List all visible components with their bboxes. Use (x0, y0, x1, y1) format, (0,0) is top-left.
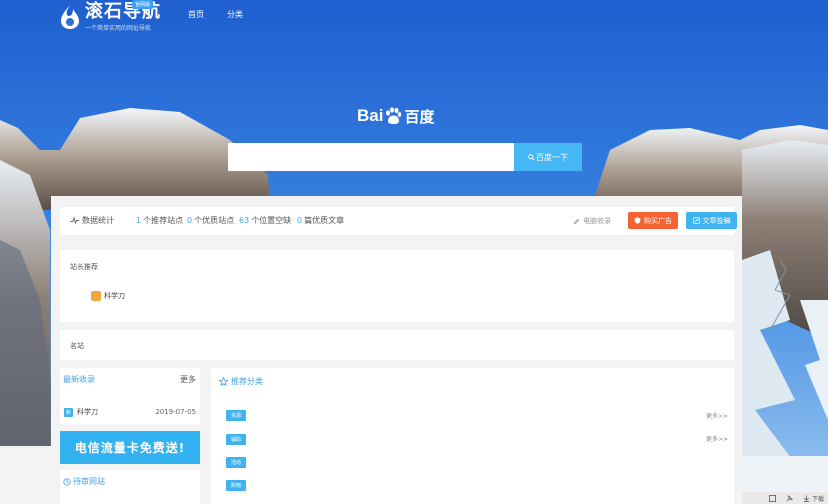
top-navigation: 滚石导航 一个简单实用的网址导航 官网版 首页 分类 (0, 0, 828, 32)
search-icon (528, 153, 535, 161)
category-tag-shopping[interactable]: 购物 (226, 480, 246, 491)
shield-icon (634, 217, 641, 224)
window-icon[interactable] (768, 494, 776, 502)
site-favicon-icon (91, 291, 101, 301)
promo-banner[interactable]: 电信流量卡免费送! (60, 431, 200, 464)
main-panel: 数据统计 1 个推荐站点 0 个优质站点 63 个位置空缺 0 篇优质文章 电脑收录 购… (51, 196, 742, 504)
nav-home[interactable]: 首页 (188, 9, 204, 20)
category-tag-activity[interactable]: 活动 (226, 457, 246, 468)
new-badge: 新 (64, 407, 74, 417)
stat-recommended: 1 个推荐站点 (136, 216, 184, 225)
baidu-brand-cn: 百度 (404, 107, 435, 126)
pin-icon[interactable] (786, 494, 793, 502)
download-label[interactable]: 下载 (812, 494, 824, 503)
nav-categories[interactable]: 分类 (227, 9, 243, 20)
stats-bar: 数据统计 1 个推荐站点 0 个优质站点 63 个位置空缺 0 篇优质文章 电脑收录 购… (60, 207, 737, 235)
logo-badge: 官网版 (132, 0, 154, 9)
footer-toolbar: 下载 (742, 492, 828, 504)
categories-card: 推荐分类 资源 更多>> 辅助 更多>> 活动 购物 (211, 368, 734, 504)
baidu-brand-latin: Bai (357, 106, 384, 125)
baidu-paw-icon (386, 107, 402, 124)
star-icon (219, 377, 228, 386)
latest-card: 最新收录 更多 新 科学刀 2019-07-05 (60, 368, 200, 424)
recommend-title: 站长推荐 (70, 263, 98, 271)
stat-articles: 0 篇优质文章 (297, 216, 345, 225)
latest-item-name: 科学刀 (77, 408, 99, 416)
stat-vacancies: 63 个位置空缺 (239, 216, 292, 225)
left-base (0, 446, 51, 504)
latest-more-link[interactable]: 更多 (180, 374, 196, 385)
pencil-icon (573, 218, 580, 224)
logo-flame-icon (61, 5, 79, 29)
stats-label: 数据统计 (70, 215, 114, 226)
recommend-item[interactable]: 科学刀 (91, 291, 125, 301)
category-tag-assist[interactable]: 辅助 (226, 434, 246, 445)
edit-icon (692, 217, 700, 224)
famous-title: 名站 (70, 342, 84, 350)
right-base (742, 456, 828, 492)
category-tag-resource[interactable]: 资源 (226, 410, 246, 421)
category-more-link[interactable]: 更多>> (706, 434, 728, 443)
categories-title: 推荐分类 (219, 376, 263, 387)
download-icon[interactable] (803, 494, 810, 502)
pulse-icon (70, 216, 79, 225)
pending-card: 待审网站 (60, 470, 200, 504)
baidu-logo: Bai 百度 (357, 101, 434, 131)
pending-title: 待审网站 (63, 476, 105, 487)
submit-article-button[interactable]: 文章投稿 (686, 212, 737, 229)
search-input[interactable] (228, 143, 514, 171)
famous-sites-card: 名站 (60, 330, 734, 360)
recommend-card: 站长推荐 科学刀 (60, 250, 734, 322)
buy-ad-button[interactable]: 购买广告 (628, 212, 678, 229)
search-button-label: 百度一下 (536, 152, 568, 162)
category-more-link[interactable]: 更多>> (706, 411, 728, 420)
stat-quality: 0 个优质站点 (187, 216, 235, 225)
search-button[interactable]: 百度一下 (514, 143, 582, 171)
list-item[interactable]: 新 科学刀 2019-07-05 (64, 406, 196, 418)
latest-title: 最新收录 (63, 375, 95, 384)
latest-item-date: 2019-07-05 (155, 408, 196, 416)
logo-subtitle: 一个简单实用的网址导航 (85, 24, 152, 32)
favorite-button[interactable]: 电脑收录 (569, 213, 615, 229)
clock-icon (63, 477, 71, 486)
